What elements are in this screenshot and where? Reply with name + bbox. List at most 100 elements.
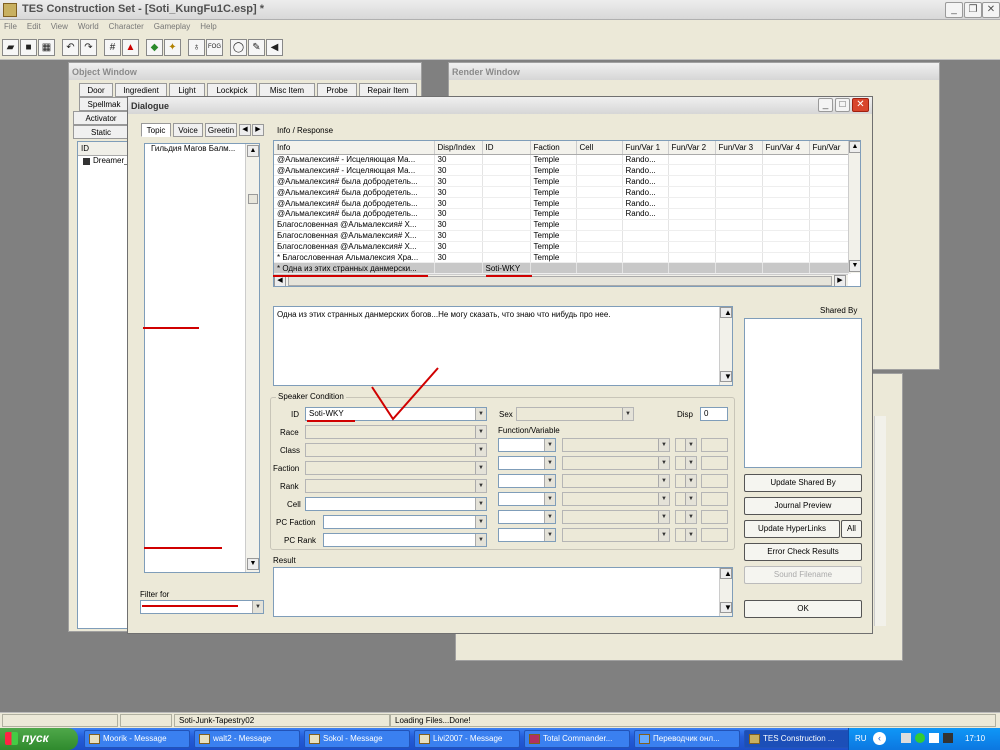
tab-spellmaking[interactable]: Spellmak [79,97,129,111]
function-name-combo[interactable]: ▼ [562,474,670,488]
open-icon[interactable]: ▰ [2,39,19,56]
task-livi2007[interactable]: Livi2007 - Message [414,730,520,748]
menu-edit[interactable]: Edit [23,20,47,31]
topic-scroll-thumb[interactable] [248,194,258,204]
info-grid[interactable]: Info Disp/Index ID Faction Cell Fun/Var 1 Fun/… [273,140,861,287]
function-name-combo[interactable]: ▼ [562,438,670,452]
sound-icon[interactable]: ◀ [266,39,283,56]
task-moorik[interactable]: Moorik - Message [84,730,190,748]
class-combo[interactable]: ▼ [305,443,487,457]
tab-activator[interactable]: Activator [73,111,129,125]
function-name-combo[interactable]: ▼ [562,492,670,506]
function-type-combo[interactable]: ▼ [498,492,556,506]
result-text[interactable]: ▲ ▼ [273,567,733,617]
grid-header[interactable]: Info [274,141,435,155]
dialogue-minimize-icon[interactable]: _ [818,98,833,112]
rank-combo[interactable]: ▼ [305,479,487,493]
menu-world[interactable]: World [74,20,105,31]
function-compare-combo[interactable]: ▼ [675,456,697,470]
table-row[interactable]: * Одна из этих странных данмерски... Soti… [274,262,851,275]
update-shared-by-button[interactable]: Update Shared By [744,474,862,492]
object-list[interactable]: ID Dreamer_dreamer pdreamer vvilamonvily… [77,141,131,629]
function-compare-combo[interactable]: ▼ [675,438,697,452]
function-compare-combo[interactable]: ▼ [675,528,697,542]
minimize-icon[interactable]: _ [945,2,963,18]
undo-icon[interactable]: ↶ [62,39,79,56]
tab-misc-item[interactable]: Misc Item [259,83,315,97]
antivirus-icon[interactable] [915,733,925,743]
ok-button[interactable]: OK [744,600,862,618]
filter-combo[interactable]: ▼ [140,600,264,614]
preferences-icon[interactable]: ▦ [38,39,55,56]
menu-character[interactable]: Character [105,20,150,31]
pathgrid-icon[interactable]: ✦ [164,39,181,56]
topic-item[interactable]: Гильдия Магов Балм... [148,144,259,155]
function-value-input[interactable] [701,474,728,488]
function-name-combo[interactable]: ▼ [562,510,670,524]
background-scrollbar[interactable] [874,416,886,626]
info-scroll-up-icon[interactable]: ▲ [849,141,860,153]
task-sokol[interactable]: Sokol - Message [304,730,410,748]
tab-scroll-left-icon[interactable]: ◀ [239,124,251,136]
function-value-input[interactable] [701,456,728,470]
info-scroll-down-icon[interactable]: ▼ [849,260,860,272]
table-row[interactable]: @Альмалексия# - Исцеляющая Ма... 30 Temple… [274,164,851,177]
sound-filename-button[interactable]: Sound Filename [744,566,862,584]
function-compare-combo[interactable]: ▼ [675,474,697,488]
race-combo[interactable]: ▼ [305,425,487,439]
table-row[interactable]: @Альмалексия# была добродетель... 30 Templ… [274,197,851,209]
grid-header[interactable]: Fun/Var 4 [762,141,810,155]
faction-combo[interactable]: ▼ [305,461,487,475]
disp-input[interactable]: 0 [700,407,728,421]
object-list-item[interactable]: Dreamer_ [81,156,130,167]
grid-icon[interactable]: # [104,39,121,56]
grid-header[interactable]: Cell [576,141,623,155]
tab-light[interactable]: Light [169,83,205,97]
dialogue-maximize-icon[interactable]: □ [835,98,850,112]
grid-header[interactable]: ID [482,141,531,155]
cell-combo[interactable]: ▼ [305,497,487,511]
result-scroll-down-icon[interactable]: ▼ [720,602,732,613]
grid-header[interactable]: Fun/Var 3 [715,141,763,155]
pc-rank-combo[interactable]: ▼ [323,533,487,547]
tab-voice[interactable]: Voice [173,123,203,137]
error-check-button[interactable]: Error Check Results [744,543,862,561]
object-id-header[interactable]: ID [78,142,130,156]
script-icon[interactable]: ✎ [248,39,265,56]
function-compare-combo[interactable]: ▼ [675,510,697,524]
table-row[interactable]: @Альмалексия# - Исцеляющая Ма... 30 Temple… [274,154,851,166]
table-row[interactable]: * Благословенная Альмалексия Хра... 30 Tem… [274,252,851,264]
tab-topic[interactable]: Topic [141,123,171,137]
info-hscroll-thumb[interactable] [288,276,832,286]
network-icon[interactable] [901,733,911,743]
response-scroll-down-icon[interactable]: ▼ [720,371,732,382]
table-row[interactable]: @Альмалексия# была добродетель... 30 Templ… [274,175,851,188]
grid-header[interactable]: Fun/Var 1 [622,141,669,155]
sex-combo[interactable]: ▼ [516,407,634,421]
response-text[interactable]: Одна из этих странных данмерских богов..… [273,306,733,386]
dialogue-icon[interactable]: ◯ [230,39,247,56]
all-button[interactable]: All [841,520,862,538]
tab-repair-item[interactable]: Repair Item [359,83,417,97]
tab-scroll-right-icon[interactable]: ▶ [252,124,264,136]
function-type-combo[interactable]: ▼ [498,456,556,470]
save-icon[interactable]: ■ [20,39,37,56]
start-button[interactable]: пуск [0,728,78,750]
tray-expand-icon[interactable]: ‹ [873,732,886,745]
topic-scrollbar[interactable]: ▲ ▼ [245,144,259,572]
function-type-combo[interactable]: ▼ [498,474,556,488]
table-row[interactable]: Благословенная @Альмалексия# Х... 30 Templ… [274,230,851,242]
result-scroll-up-icon[interactable]: ▲ [720,568,732,579]
menu-file[interactable]: File [0,20,23,31]
dialogue-close-icon[interactable]: ✕ [852,98,869,112]
grid-header[interactable]: Disp/Index [434,141,483,155]
function-value-input[interactable] [701,438,728,452]
function-name-combo[interactable]: ▼ [562,456,670,470]
topic-scroll-down-icon[interactable]: ▼ [247,558,259,570]
function-type-combo[interactable]: ▼ [498,510,556,524]
result-scrollbar[interactable]: ▲ ▼ [719,568,732,616]
snap-icon[interactable]: ▲ [122,39,139,56]
update-hyperlinks-button[interactable]: Update HyperLinks [744,520,840,538]
menu-gameplay[interactable]: Gameplay [150,20,196,31]
info-grid-vscroll[interactable]: ▲ ▼ [848,141,860,273]
